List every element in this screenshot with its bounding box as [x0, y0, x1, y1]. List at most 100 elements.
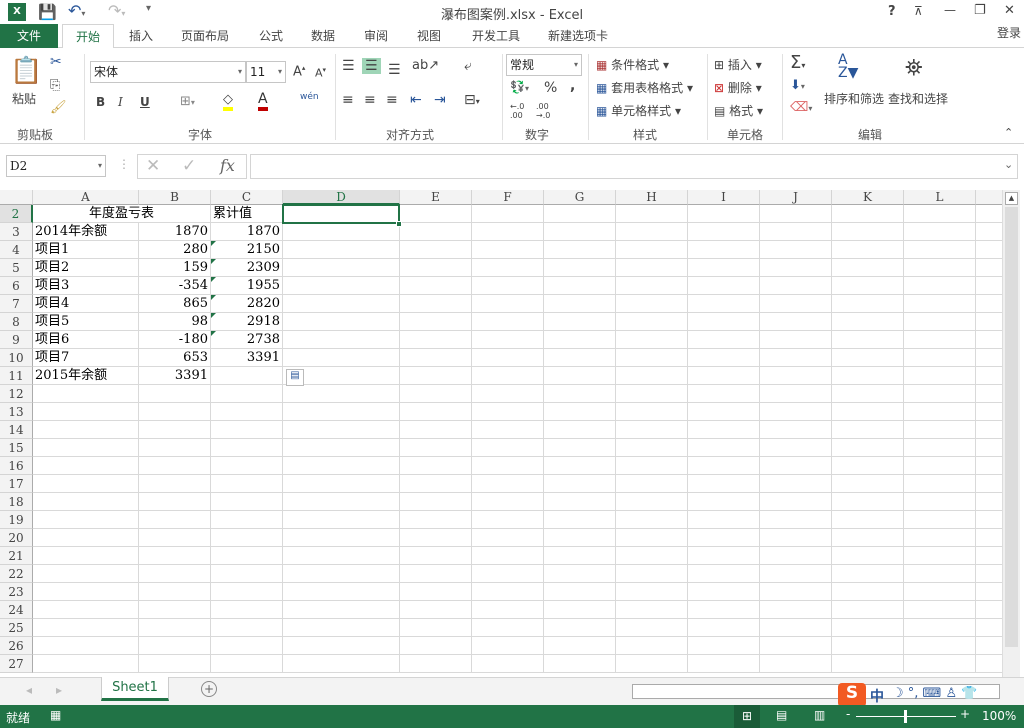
cell-A7[interactable]: 项目4: [33, 295, 139, 313]
cell-E5[interactable]: [400, 259, 472, 277]
cell-B20[interactable]: [139, 529, 211, 547]
cell-I4[interactable]: [688, 241, 760, 259]
cell-L6[interactable]: [904, 277, 976, 295]
minimize-button[interactable]: —: [944, 3, 956, 17]
row-header-11[interactable]: 11: [0, 367, 33, 385]
cell-I8[interactable]: [688, 313, 760, 331]
cell-L16[interactable]: [904, 457, 976, 475]
error-indicator-icon[interactable]: [211, 295, 216, 300]
cell-C13[interactable]: [211, 403, 283, 421]
cell-I17[interactable]: [688, 475, 760, 493]
cell-B25[interactable]: [139, 619, 211, 637]
cell-G3[interactable]: [544, 223, 616, 241]
cell-E27[interactable]: [400, 655, 472, 673]
cell-F22[interactable]: [472, 565, 544, 583]
cell-B13[interactable]: [139, 403, 211, 421]
cell-A17[interactable]: [33, 475, 139, 493]
cell-A21[interactable]: [33, 547, 139, 565]
cell-G14[interactable]: [544, 421, 616, 439]
cell-C6[interactable]: 1955: [211, 277, 283, 295]
cell-C14[interactable]: [211, 421, 283, 439]
cell-C21[interactable]: [211, 547, 283, 565]
cell-B3[interactable]: 1870: [139, 223, 211, 241]
cell-H6[interactable]: [616, 277, 688, 295]
cell-E24[interactable]: [400, 601, 472, 619]
cell-G26[interactable]: [544, 637, 616, 655]
cell-E15[interactable]: [400, 439, 472, 457]
ime-logo[interactable]: S: [838, 683, 866, 707]
cell-F27[interactable]: [472, 655, 544, 673]
cell-A10[interactable]: 项目7: [33, 349, 139, 367]
cell[interactable]: [976, 403, 1002, 421]
row-header-9[interactable]: 9: [0, 331, 33, 349]
cell-L26[interactable]: [904, 637, 976, 655]
cell-F2[interactable]: [472, 205, 544, 223]
merge-center-icon[interactable]: ⊟▾: [464, 92, 480, 108]
cell-D15[interactable]: [283, 439, 400, 457]
help-button[interactable]: ?: [888, 4, 896, 19]
cell-D12[interactable]: [283, 385, 400, 403]
align-center-icon[interactable]: ≡: [364, 92, 376, 108]
cell-B4[interactable]: 280: [139, 241, 211, 259]
tab-developer[interactable]: 开发工具: [464, 24, 528, 48]
ime-mode[interactable]: 中: [870, 686, 884, 706]
row-header-16[interactable]: 16: [0, 457, 33, 475]
column-header-E[interactable]: E: [400, 190, 472, 205]
cell[interactable]: [976, 475, 1002, 493]
cell-A24[interactable]: [33, 601, 139, 619]
cell-F4[interactable]: [472, 241, 544, 259]
tab-formulas[interactable]: 公式: [250, 24, 292, 48]
wrap-text-icon[interactable]: ⤶: [464, 58, 472, 74]
cell-E9[interactable]: [400, 331, 472, 349]
cell-E14[interactable]: [400, 421, 472, 439]
row-header-15[interactable]: 15: [0, 439, 33, 457]
cell-H8[interactable]: [616, 313, 688, 331]
bold-button[interactable]: B: [96, 95, 105, 109]
cell-F3[interactable]: [472, 223, 544, 241]
cell-G24[interactable]: [544, 601, 616, 619]
cell-B5[interactable]: 159: [139, 259, 211, 277]
cell-L19[interactable]: [904, 511, 976, 529]
autosum-icon[interactable]: Σ▾: [790, 52, 805, 73]
paste-button[interactable]: 粘贴: [12, 90, 36, 107]
align-top-icon[interactable]: ☰: [342, 58, 355, 74]
cell-F26[interactable]: [472, 637, 544, 655]
cell[interactable]: [976, 529, 1002, 547]
align-middle-icon[interactable]: ☰: [362, 58, 381, 74]
cell-K24[interactable]: [832, 601, 904, 619]
cell-G12[interactable]: [544, 385, 616, 403]
cell-C26[interactable]: [211, 637, 283, 655]
cell-L9[interactable]: [904, 331, 976, 349]
cell-L25[interactable]: [904, 619, 976, 637]
cell-I3[interactable]: [688, 223, 760, 241]
underline-button[interactable]: U: [140, 95, 150, 109]
cell-K6[interactable]: [832, 277, 904, 295]
expand-formula-icon[interactable]: ⌄: [1004, 158, 1013, 171]
find-select-button[interactable]: 查找和选择: [888, 90, 948, 107]
tab-view[interactable]: 视图: [408, 24, 450, 48]
cell[interactable]: [976, 259, 1002, 277]
cell-G25[interactable]: [544, 619, 616, 637]
login-link[interactable]: 登录: [994, 21, 1024, 45]
tab-home[interactable]: 开始: [62, 24, 114, 49]
cell-H23[interactable]: [616, 583, 688, 601]
cell-J19[interactable]: [760, 511, 832, 529]
scroll-thumb[interactable]: [1005, 207, 1018, 647]
cell-J18[interactable]: [760, 493, 832, 511]
cut-icon[interactable]: ✂: [50, 54, 62, 70]
cell-G16[interactable]: [544, 457, 616, 475]
cell-K27[interactable]: [832, 655, 904, 673]
formula-input[interactable]: [250, 154, 1018, 179]
cell-K13[interactable]: [832, 403, 904, 421]
cell-B16[interactable]: [139, 457, 211, 475]
sort-filter-button[interactable]: 排序和筛选: [824, 90, 884, 107]
cell-F17[interactable]: [472, 475, 544, 493]
error-indicator-icon[interactable]: [211, 313, 216, 318]
cell-F14[interactable]: [472, 421, 544, 439]
cell-B27[interactable]: [139, 655, 211, 673]
cell-G23[interactable]: [544, 583, 616, 601]
vertical-scrollbar[interactable]: ▲: [1002, 190, 1020, 677]
italic-button[interactable]: I: [118, 95, 123, 109]
fill-handle[interactable]: [396, 221, 402, 227]
cell-D24[interactable]: [283, 601, 400, 619]
